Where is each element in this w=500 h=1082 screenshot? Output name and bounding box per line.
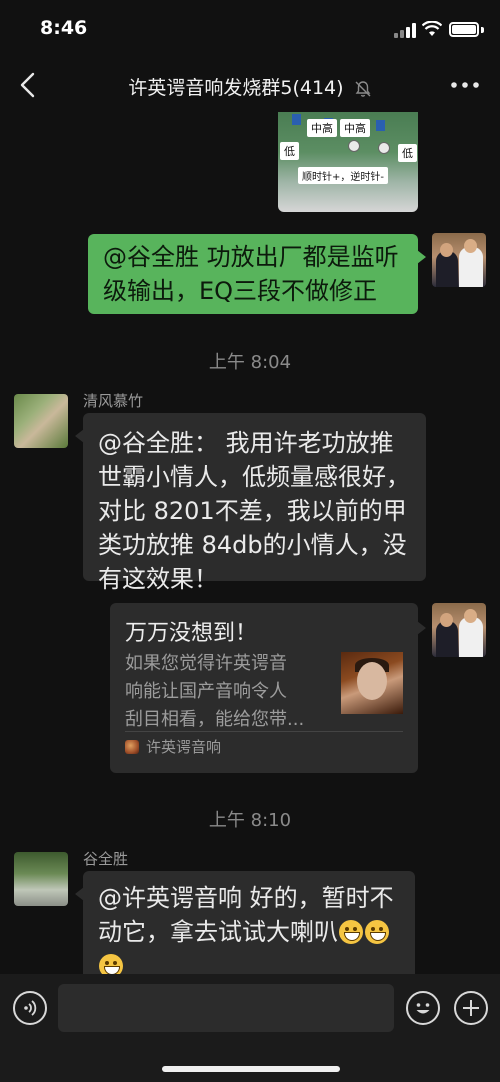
battery-tip: [481, 27, 484, 33]
pcb-caption: 顺时针+，逆时针-: [298, 167, 388, 184]
card-title: 万万没想到！: [125, 621, 258, 646]
chat-title-text: 许英谔音响发烧群5(414): [128, 77, 344, 99]
pcb-label: 中高: [307, 119, 337, 137]
message-line: 类功放推 84db的小情人，没: [98, 531, 407, 559]
card-desc-line: 如果您觉得许英谔音: [125, 653, 287, 674]
pcb-label: 低: [398, 144, 417, 162]
pcb-chip: [292, 114, 301, 125]
sender-name: 谷全胜: [83, 850, 129, 868]
message-line: @许英谔音响 好的，暂时不: [98, 884, 394, 912]
pcb-label: 低: [280, 142, 299, 160]
message-line: @谷全胜： 我用许老功放推: [98, 429, 394, 457]
battery-icon: [449, 22, 479, 37]
voice-icon[interactable]: [13, 991, 47, 1025]
sender-name: 清风慕竹: [83, 392, 144, 410]
card-desc-line: 响能让国产音响令人: [125, 681, 287, 702]
time-separator: 上午 8:04: [208, 352, 292, 373]
message-input[interactable]: [58, 984, 394, 1032]
plus-icon[interactable]: [454, 991, 488, 1025]
time-separator: 上午 8:10: [208, 810, 292, 831]
grin-emoji-icon: [365, 920, 389, 944]
source-logo-icon: [125, 740, 139, 754]
image-message[interactable]: 中高 中高 低 低 顺时针+，逆时针-: [278, 112, 418, 212]
signal-icon: [394, 23, 416, 38]
message-line: 有这效果！: [98, 565, 218, 593]
status-bar: 8:46: [0, 0, 500, 58]
card-divider: [125, 731, 403, 732]
card-desc-line: 刮目相看，能给您带...: [125, 709, 305, 730]
more-icon[interactable]: [448, 72, 482, 98]
message-bubble[interactable]: @许英谔音响 好的，暂时不 动它，拿去试试大喇叭: [75, 871, 415, 974]
knob: [348, 140, 360, 152]
message-line: @谷全胜 功放出厂都是监听: [103, 243, 399, 271]
emoji-icon[interactable]: [406, 991, 440, 1025]
card-thumbnail: [341, 652, 403, 714]
home-indicator: [162, 1066, 340, 1072]
message-line: 级输出，EQ三段不做修正: [103, 277, 378, 305]
message-line: 动它，拿去试试大喇叭: [98, 915, 400, 949]
message-line: [98, 949, 400, 974]
avatar[interactable]: [14, 394, 68, 448]
pcb-chip: [376, 120, 385, 131]
avatar[interactable]: [432, 233, 486, 287]
grin-emoji-icon: [339, 920, 363, 944]
shared-article-card[interactable]: 万万没想到！ 如果您觉得许英谔音 响能让国产音响令人 刮目相看，能给您带... …: [110, 603, 426, 773]
grin-emoji-icon: [99, 954, 123, 974]
message-line: 对比 8201不差，我以前的甲: [98, 497, 407, 525]
message-bubble[interactable]: @谷全胜： 我用许老功放推 世霸小情人，低频量感很好， 对比 8201不差，我以…: [75, 413, 426, 593]
chat-title: 许英谔音响发烧群5(414): [0, 73, 500, 100]
nav-bar: 许英谔音响发烧群5(414): [0, 58, 500, 112]
avatar[interactable]: [14, 852, 68, 906]
avatar[interactable]: [432, 603, 486, 657]
chat-area[interactable]: 中高 中高 低 低 顺时针+，逆时针- @谷全胜 功放出厂都是监听 级输出，EQ…: [0, 112, 500, 974]
knob: [378, 142, 390, 154]
message-bubble[interactable]: @谷全胜 功放出厂都是监听 级输出，EQ三段不做修正: [88, 234, 426, 314]
status-time: 8:46: [40, 17, 88, 39]
message-line: 世霸小情人，低频量感很好，: [98, 463, 410, 491]
message-text: 动它，拿去试试大喇叭: [98, 918, 338, 946]
pcb-label: 中高: [340, 119, 370, 137]
card-source: 许英谔音响: [146, 738, 222, 756]
mute-bell-icon: [355, 80, 371, 97]
card-description: 如果您觉得许英谔音 响能让国产音响令人 刮目相看，能给您带...: [125, 650, 340, 734]
input-bar: [0, 974, 500, 1082]
wifi-icon: [422, 21, 442, 36]
